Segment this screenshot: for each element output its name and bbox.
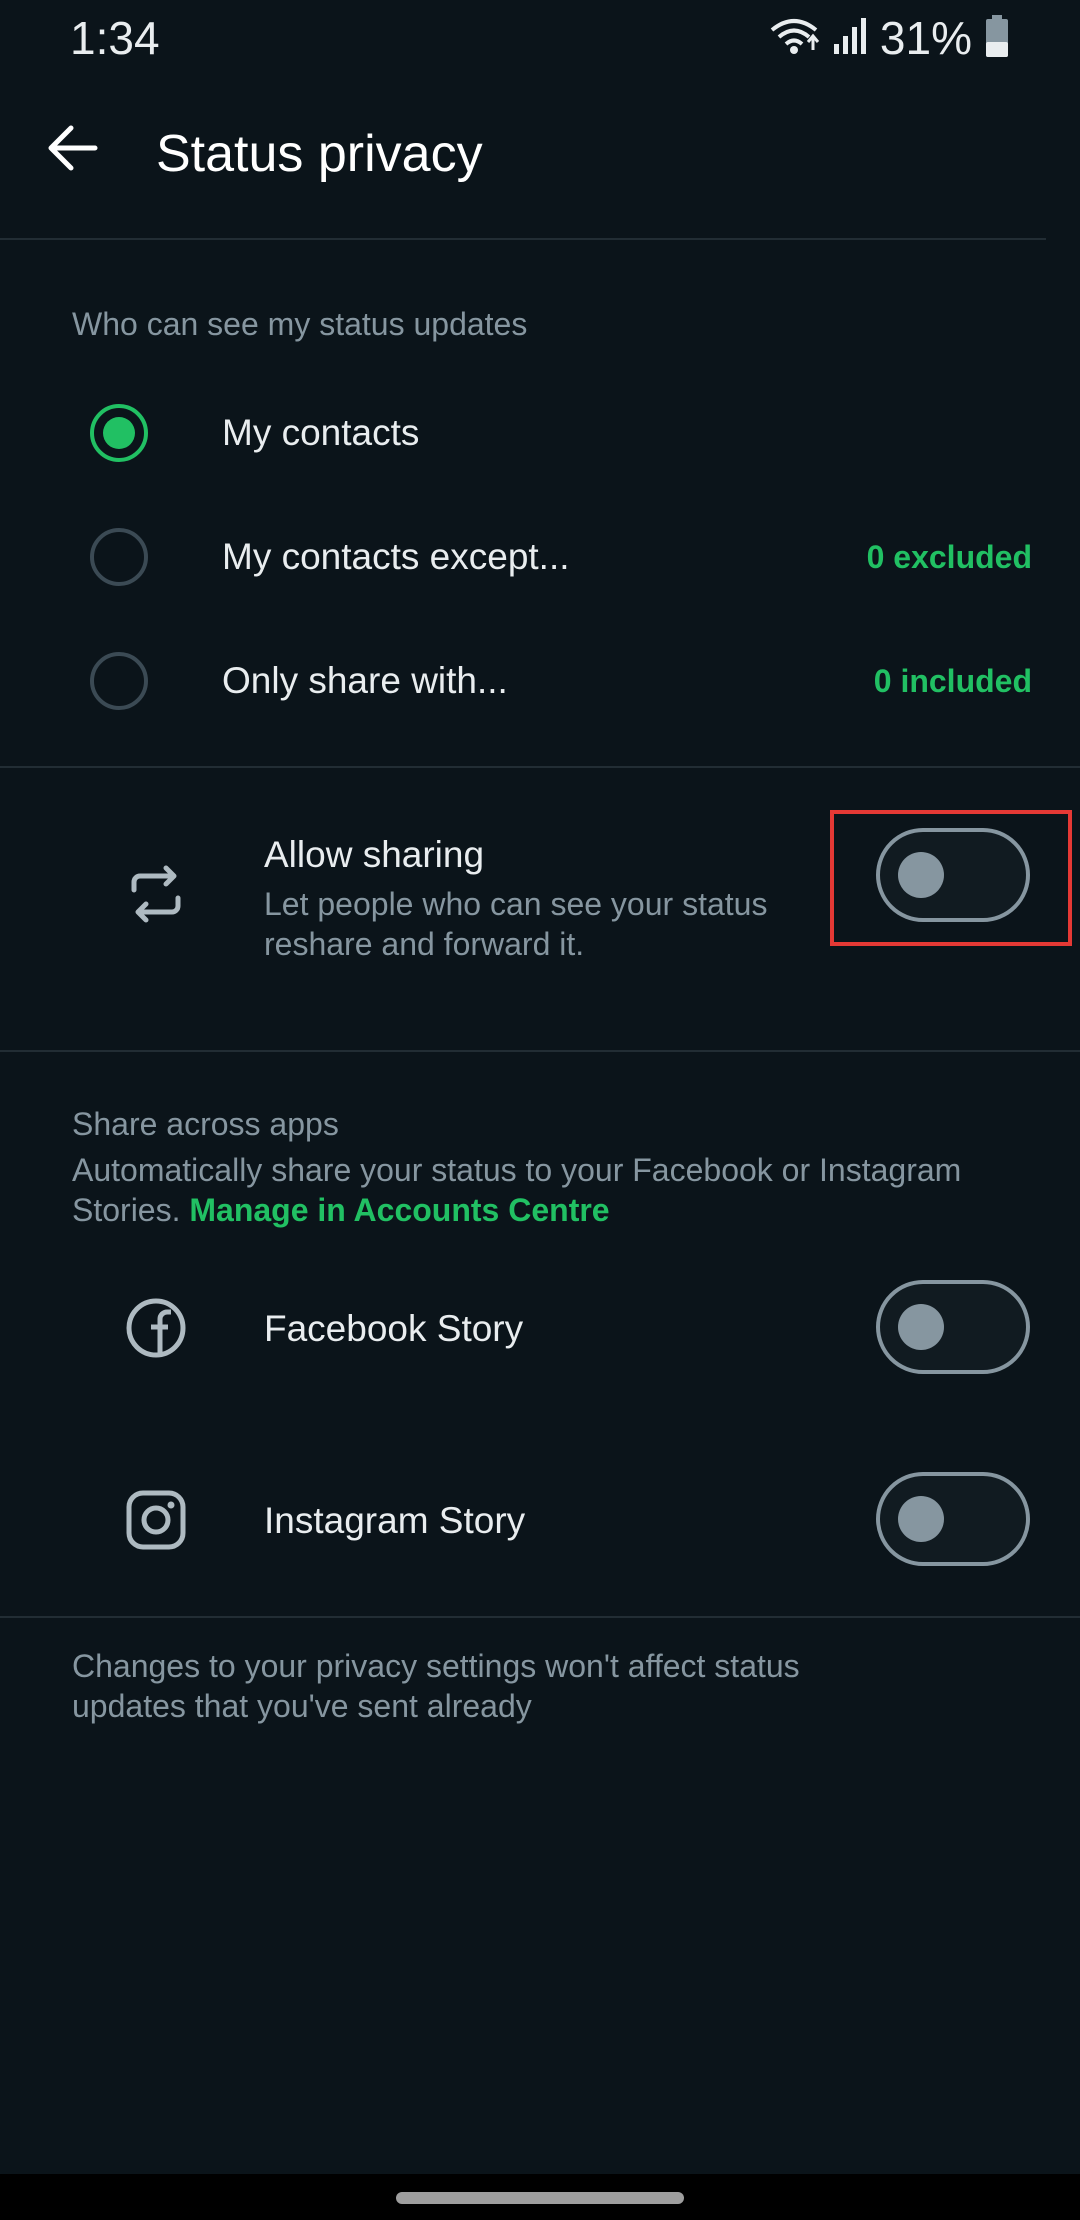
radio-my-contacts[interactable]	[90, 404, 148, 462]
option-my-contacts-except[interactable]: My contacts except... 0 excluded	[0, 496, 1080, 620]
allow-sharing-subtitle-line2: reshare and forward it.	[264, 926, 585, 962]
instagram-story-toggle[interactable]	[876, 1472, 1030, 1566]
instagram-icon	[118, 1482, 194, 1558]
wifi-icon	[768, 16, 820, 61]
radio-my-contacts-except[interactable]	[90, 528, 148, 586]
toggle-knob	[898, 1496, 944, 1542]
signal-icon	[832, 16, 868, 61]
status-time: 1:34	[70, 12, 160, 64]
excluded-count: 0 excluded	[866, 539, 1032, 575]
radio-only-share-with[interactable]	[90, 652, 148, 710]
facebook-icon	[118, 1290, 194, 1366]
allow-sharing-subtitle-line1: Let people who can see your status	[264, 886, 768, 922]
app-bar-divider	[0, 238, 1046, 240]
share-across-apps-desc-line1: Automatically share your status to your …	[72, 1152, 962, 1188]
footer-note-line1: Changes to your privacy settings won't a…	[72, 1648, 800, 1684]
back-button[interactable]	[34, 112, 110, 188]
desc-text: Stories.	[72, 1192, 181, 1228]
allow-sharing-title: Allow sharing	[264, 834, 485, 875]
facebook-story-toggle[interactable]	[876, 1280, 1030, 1374]
share-across-apps-title: Share across apps	[72, 1106, 339, 1142]
home-indicator[interactable]	[396, 2192, 684, 2204]
section-divider	[0, 1616, 1080, 1618]
option-label: My contacts except...	[222, 536, 570, 577]
highlight-box	[830, 810, 1072, 946]
repeat-icon	[118, 856, 194, 932]
section-divider	[0, 1050, 1080, 1052]
option-label: My contacts	[222, 412, 420, 453]
facebook-story-label: Facebook Story	[264, 1308, 524, 1349]
instagram-story-label: Instagram Story	[264, 1500, 526, 1541]
page-title: Status privacy	[156, 125, 483, 183]
audience-section-title: Who can see my status updates	[72, 306, 528, 342]
footer-note-line2: updates that you've sent already	[72, 1688, 532, 1724]
option-label: Only share with...	[222, 660, 508, 701]
share-across-apps-desc-line2: Stories. Manage in Accounts Centre	[72, 1190, 610, 1230]
status-icons: 31%	[768, 10, 1010, 66]
section-divider	[0, 766, 1080, 768]
arrow-left-icon	[45, 124, 99, 177]
option-only-share-with[interactable]: Only share with... 0 included	[0, 620, 1080, 744]
manage-accounts-centre-link[interactable]: Manage in Accounts Centre	[189, 1192, 609, 1228]
included-count: 0 included	[873, 663, 1032, 699]
toggle-knob	[898, 1304, 944, 1350]
option-my-contacts[interactable]: My contacts	[0, 372, 1080, 496]
battery-icon	[984, 14, 1010, 63]
battery-percent: 31%	[879, 12, 972, 64]
